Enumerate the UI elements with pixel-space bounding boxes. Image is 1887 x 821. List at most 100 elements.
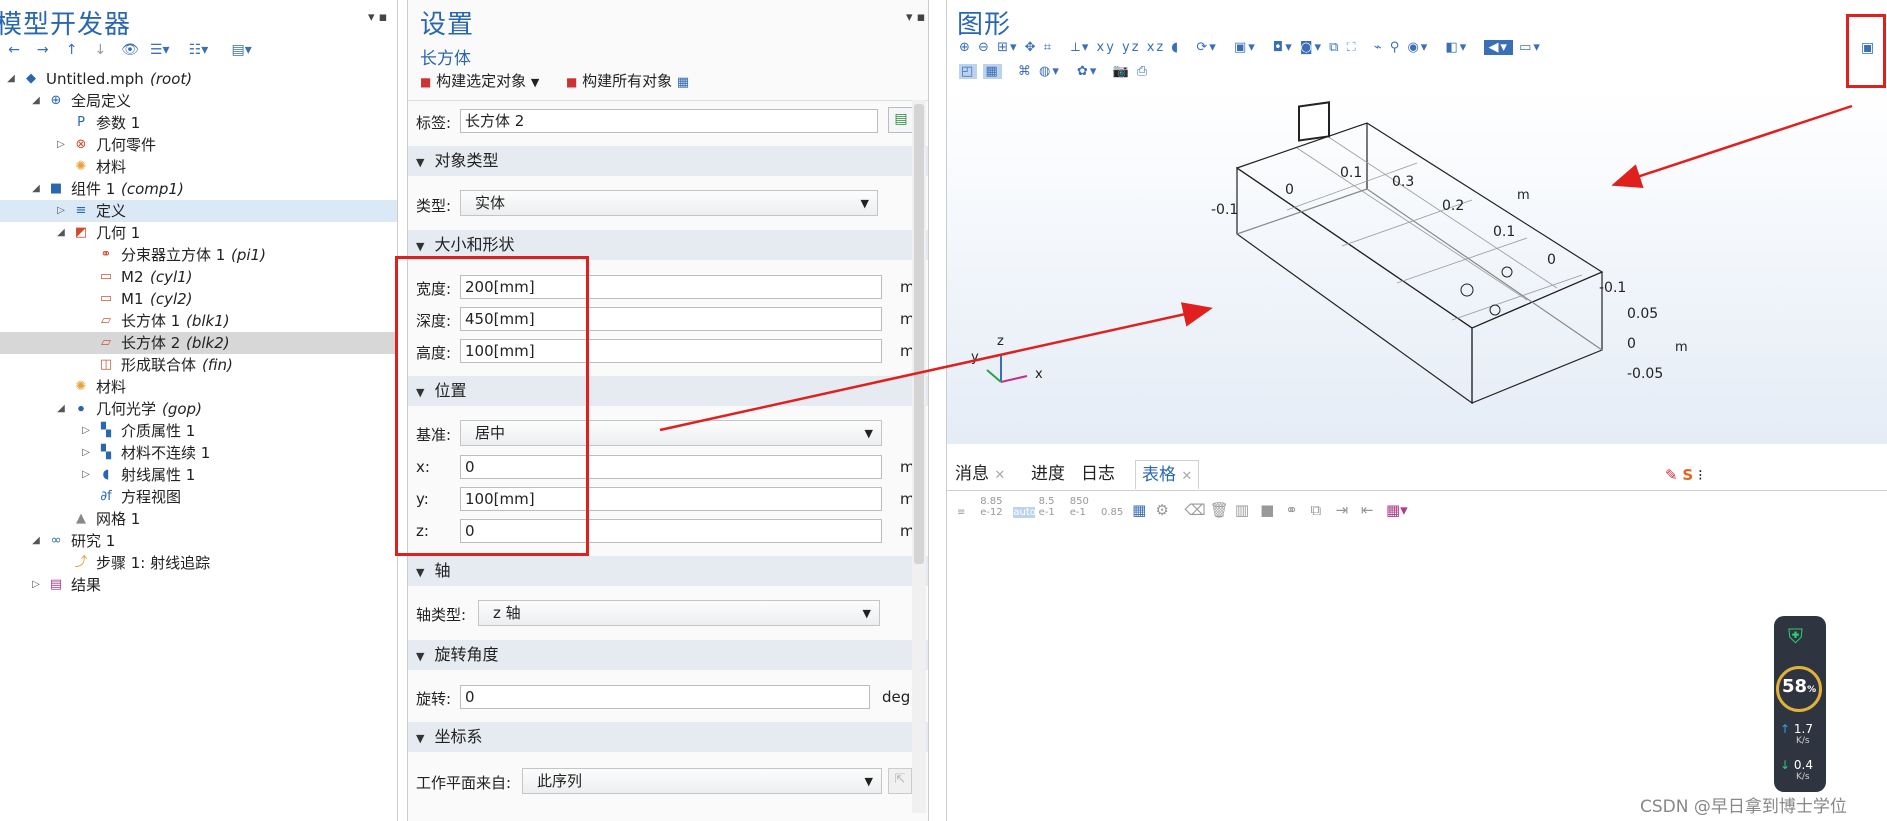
clear-icon[interactable]: ⌫ xyxy=(1185,503,1207,518)
xz-view-icon[interactable]: xz xyxy=(1147,40,1166,55)
tree-item[interactable]: ⚭ 分束器立方体 1 (pi1) xyxy=(0,244,397,266)
tree-item[interactable]: ◢ ■ 组件 1 (comp1) xyxy=(0,178,397,200)
tree-item[interactable]: ◢ ∞ 研究 1 xyxy=(0,530,397,552)
tree-item[interactable]: ▱ 长方体 1 (blk1) xyxy=(0,310,397,332)
axis-orientation-icon[interactable]: ⟂▾ xyxy=(1071,40,1090,55)
tree-item[interactable]: ∂f 方程视图 xyxy=(0,486,397,508)
table-grid-icon[interactable]: ▦ xyxy=(1132,503,1152,518)
scene-settings-icon[interactable]: ✿▾ xyxy=(1077,64,1098,79)
table-settings-icon[interactable]: ⚙ xyxy=(1155,503,1181,518)
visibility-icon[interactable]: ◉▾ xyxy=(1407,40,1429,55)
zoom-extents-icon[interactable]: ✥ xyxy=(1025,40,1038,55)
expand-tree-icon[interactable]: ☰▾ xyxy=(150,42,170,58)
section-rotation[interactable]: ▼ 旋转角度 xyxy=(408,640,928,670)
network-monitor-widget[interactable]: ⛨ 58% ↑ 1.7 K/s ↓ 0.4 K/s xyxy=(1774,616,1826,792)
format-number-sci[interactable]: 8.85 e-12 xyxy=(980,496,1010,518)
camera-light-icon[interactable]: ◖ xyxy=(1171,40,1180,55)
graphics-viewport[interactable]: -0.1 0 0.1 0.3 0.2 0.1 0 -0.1 m 0.05 0 -… xyxy=(947,88,1887,444)
collapse-tree-icon[interactable]: ☷▾ xyxy=(189,42,209,58)
tree-item[interactable]: ▱ 长方体 2 (blk2) xyxy=(0,332,397,354)
workplane-go-icon[interactable]: ⇱ xyxy=(888,768,912,794)
tree-item[interactable]: ✺ 材料 xyxy=(0,376,397,398)
yz-view-icon[interactable]: yz xyxy=(1122,40,1141,55)
tree-item[interactable]: ▭ M1 (cyl2) xyxy=(0,288,397,310)
tree-item[interactable]: ▷ ◖ 射线属性 1 xyxy=(0,464,397,486)
tab-log[interactable]: 日志 xyxy=(1075,460,1121,488)
section-object-type[interactable]: ▼ 对象类型 xyxy=(408,146,928,176)
build-selected-button[interactable]: ■ 构建选定对象 ▼ xyxy=(420,70,539,91)
select-objects-icon[interactable]: ▣▾ xyxy=(1234,40,1257,55)
tree-item[interactable]: ▷ ▚ 材料不连续 1 xyxy=(0,442,397,464)
tree-item[interactable]: ▷ ⊗ 几何零件 xyxy=(0,134,397,156)
show-objects-icon[interactable]: ⚲ xyxy=(1390,40,1402,55)
grid-icon[interactable]: ▦ xyxy=(983,64,1002,79)
move-down-icon[interactable]: ↓ xyxy=(92,42,108,58)
chart-icon[interactable]: ▥ xyxy=(1235,503,1257,518)
copy-icon[interactable]: ⧉ xyxy=(1310,503,1332,518)
transparency-icon[interactable]: ◧▾ xyxy=(1445,40,1468,55)
print-icon[interactable]: ⎙ xyxy=(1137,64,1149,79)
delete-icon[interactable]: 🗑 xyxy=(1210,503,1232,518)
show-icon[interactable]: 👁 xyxy=(121,42,139,58)
close-icon[interactable]: ✕ xyxy=(1181,469,1192,484)
tree-item[interactable]: ▭ M2 (cyl1) xyxy=(0,266,397,288)
rotation-field[interactable]: 0 xyxy=(460,685,870,709)
scene-light-icon[interactable]: ◀▾ xyxy=(1484,40,1513,55)
format-number-plain[interactable]: 0.85 xyxy=(1101,507,1129,518)
section-axis[interactable]: ▼ 轴 xyxy=(408,556,928,586)
format-number-large[interactable]: 850 e-1 xyxy=(1070,496,1098,518)
format-auto-icon[interactable]: auto xyxy=(1013,507,1036,518)
tree-item[interactable]: ▲ 网格 1 xyxy=(0,508,397,530)
tree-item[interactable]: ⤴ 步骤 1: 射线追踪 xyxy=(0,552,397,574)
tree-item[interactable]: ◢ ◩ 几何 1 xyxy=(0,222,397,244)
link-icon[interactable]: ⚭ xyxy=(1285,503,1307,518)
tree-item[interactable]: P 参数 1 xyxy=(0,112,397,134)
tree-item[interactable]: ◢ ⦁ 几何光学 (gop) xyxy=(0,398,397,420)
collapse-toggle-icon[interactable]: ◢ xyxy=(6,68,16,90)
xy-view-icon[interactable]: xy xyxy=(1097,40,1116,55)
clear-selection-icon[interactable]: ⛶ xyxy=(1347,40,1358,55)
window-layout-icon[interactable]: ▭▾ xyxy=(1519,40,1542,55)
settings-panel-menu-icon[interactable]: ▾ ▪ xyxy=(906,10,925,25)
move-up-icon[interactable]: ↑ xyxy=(64,42,80,58)
stop-icon[interactable]: ■ xyxy=(1260,503,1282,518)
zoom-in-icon[interactable]: ⊕ xyxy=(959,40,972,55)
tree-item[interactable]: ◫ 形成联合体 (fin) xyxy=(0,354,397,376)
hide-icon[interactable]: ⌁ xyxy=(1374,40,1384,55)
tree-item[interactable]: ◢ ⊕ 全局定义 xyxy=(0,90,397,112)
expand-toggle-icon[interactable]: ▷ xyxy=(31,574,41,596)
collapse-toggle-icon[interactable]: ◢ xyxy=(56,398,66,420)
format-number-fixed[interactable]: 8.5 e-1 xyxy=(1039,496,1067,518)
select-box-icon[interactable]: ⧉ xyxy=(1329,40,1340,55)
table-color-icon[interactable]: ▦▾ xyxy=(1386,503,1416,518)
scrollbar-thumb[interactable] xyxy=(914,104,924,564)
rotate-icon[interactable]: ⟳▾ xyxy=(1196,40,1217,55)
wireframe-icon[interactable]: ◰ xyxy=(959,64,978,79)
type-select[interactable]: 实体 ▼ xyxy=(460,190,878,216)
snapshot-icon[interactable]: 📷 xyxy=(1113,64,1131,79)
label-edit-icon[interactable]: ▤ xyxy=(888,107,914,133)
export-icon[interactable]: ⇥ xyxy=(1336,503,1358,518)
collapse-toggle-icon[interactable]: ◢ xyxy=(31,90,41,112)
ime-icon[interactable]: ✎ xyxy=(1665,466,1678,484)
tree-item[interactable]: ▷ ▤ 结果 xyxy=(0,574,397,596)
tree-item[interactable]: ▷ ≡ 定义 xyxy=(0,200,397,222)
label-field[interactable]: 长方体 2 xyxy=(460,109,878,133)
forward-arrow-icon[interactable]: → xyxy=(35,42,51,58)
tree-item[interactable]: ✺ 材料 xyxy=(0,156,397,178)
axis-type-select[interactable]: z 轴 ▼ xyxy=(478,600,880,626)
color-icon[interactable]: ◍▾ xyxy=(1039,64,1061,79)
import-icon[interactable]: ⇤ xyxy=(1361,503,1383,518)
back-arrow-icon[interactable]: ← xyxy=(6,42,22,58)
zoom-out-icon[interactable]: ⊖ xyxy=(978,40,991,55)
render-icon[interactable]: ◘▾ xyxy=(1273,40,1294,55)
tree-item[interactable]: ◢ ◆ Untitled.mph (root) xyxy=(0,68,397,90)
shade-icon[interactable]: ◙▾ xyxy=(1300,40,1323,55)
expand-toggle-icon[interactable]: ▷ xyxy=(81,464,91,486)
align-icon[interactable]: ≡ xyxy=(957,507,977,518)
tab-progress[interactable]: 进度 xyxy=(1025,460,1071,488)
tab-messages[interactable]: 消息 ✕ xyxy=(949,460,1011,488)
tree-options-icon[interactable]: ▤▾ xyxy=(231,42,251,58)
section-coordinate-system[interactable]: ▼ 坐标系 xyxy=(408,722,928,752)
zoom-selected-icon[interactable]: ⌗ xyxy=(1044,40,1053,55)
